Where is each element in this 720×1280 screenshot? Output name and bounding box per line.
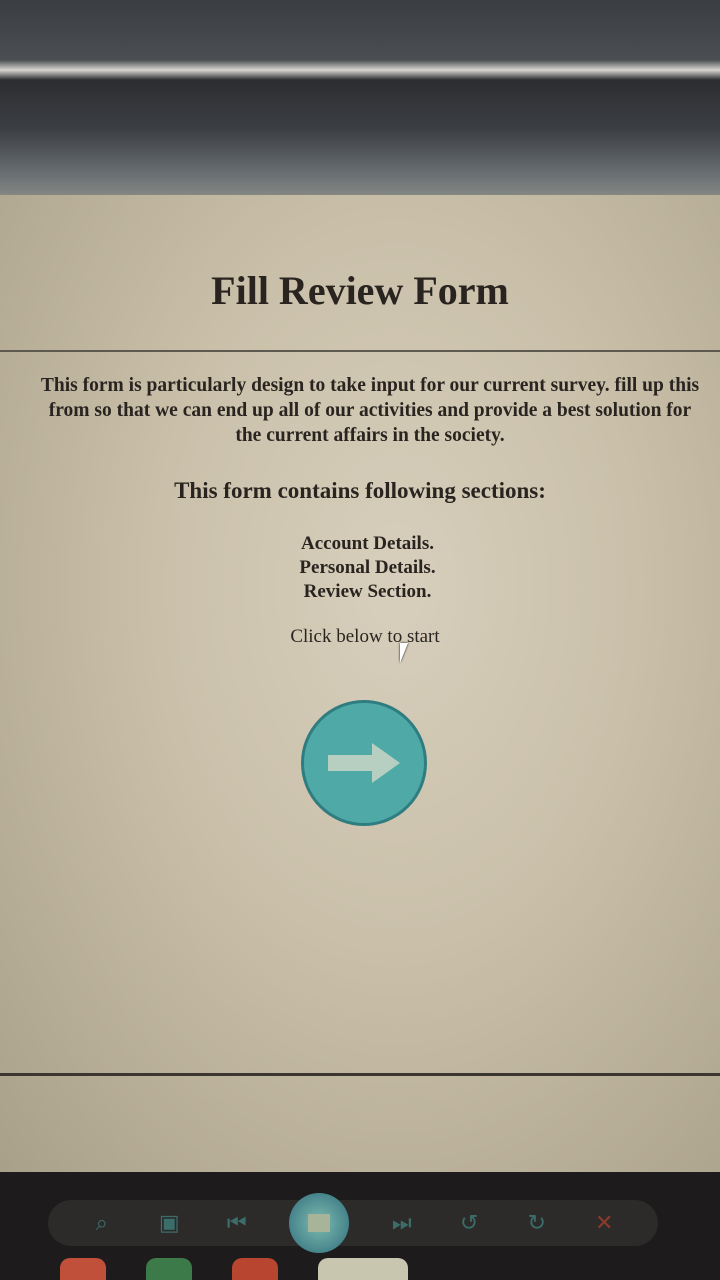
page-title: Fill Review Form [211, 268, 509, 313]
monitor-bezel [0, 0, 720, 200]
actual-size-icon[interactable]: ▣ [154, 1208, 184, 1238]
taskbar-apps [60, 1258, 408, 1280]
mouse-cursor-icon [400, 643, 408, 663]
section-item: Review Section. [303, 581, 432, 602]
section-item: Account Details. [301, 533, 434, 554]
next-icon[interactable]: ⏭ [387, 1208, 417, 1238]
screen: Fill Review Form This form is particular… [0, 195, 720, 1175]
delete-icon[interactable]: ✕ [589, 1208, 619, 1238]
slideshow-icon[interactable] [289, 1193, 350, 1253]
sections-list: Account Details. Personal Details. Revie… [0, 532, 720, 604]
rotate-right-icon[interactable]: ↻ [522, 1208, 552, 1238]
intro-text: This form is particularly design to take… [40, 375, 700, 446]
photo-viewer-toolbar: ⌕ ▣ ⏮ ⏭ ↺ ↻ ✕ [48, 1193, 658, 1253]
powerpoint-icon[interactable] [232, 1258, 278, 1280]
divider [0, 350, 720, 352]
sections-heading: This form contains following sections: [174, 478, 546, 503]
start-button[interactable] [301, 700, 427, 826]
photo-viewer-icon[interactable] [318, 1258, 408, 1280]
previous-icon[interactable]: ⏮ [222, 1208, 252, 1238]
taskbar: ⌕ ▣ ⏮ ⏭ ↺ ↻ ✕ [0, 1172, 720, 1280]
rotate-left-icon[interactable]: ↺ [454, 1208, 484, 1238]
cta-text: Click below to start [290, 626, 440, 647]
chrome-icon[interactable] [60, 1258, 106, 1280]
arrow-right-icon [328, 743, 400, 783]
divider [0, 1073, 720, 1076]
zoom-icon[interactable]: ⌕ [87, 1208, 117, 1238]
excel-icon[interactable] [146, 1258, 192, 1280]
section-item: Personal Details. [299, 557, 436, 578]
